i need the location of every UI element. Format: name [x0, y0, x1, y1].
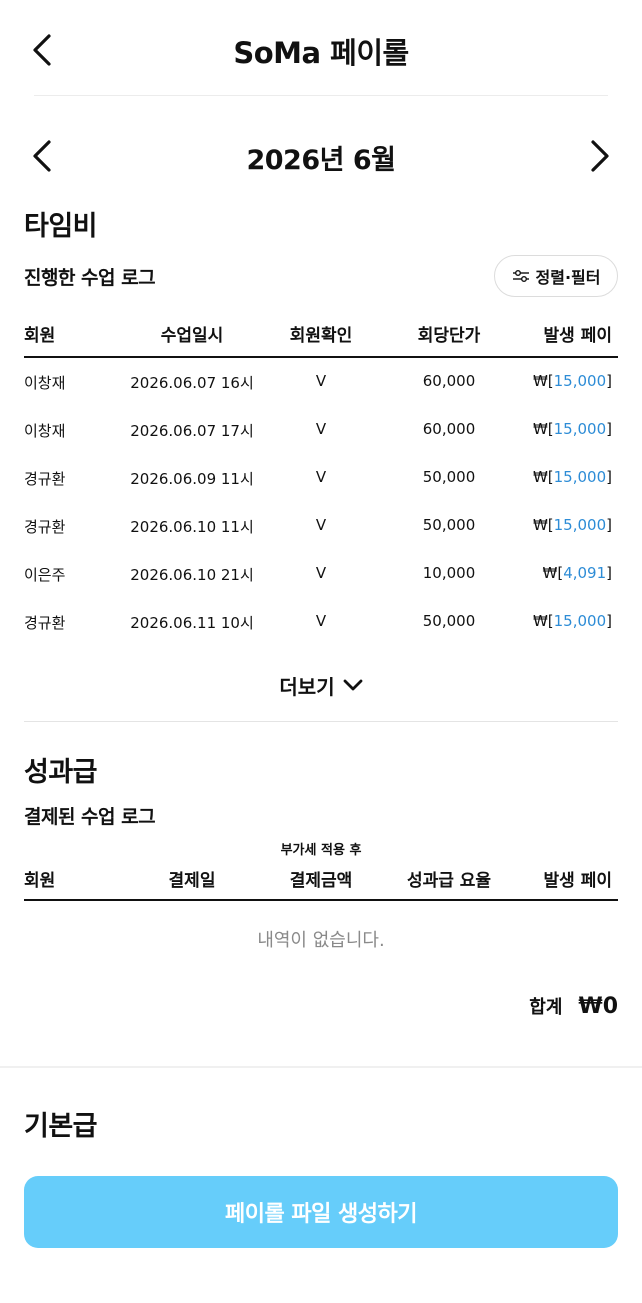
currency-suffix: ]: [606, 564, 612, 582]
header-divider: [34, 95, 608, 96]
column-header-member: 회원: [24, 326, 56, 346]
time-pay-table-body: 이창재 2026.06.07 16시 V 60,000 ₩[15,000] 이창재 2026…: [24, 358, 618, 646]
sliders-icon: [512, 270, 529, 282]
cell-member: 이은주: [24, 566, 66, 584]
currency-prefix: ₩[: [532, 612, 554, 630]
show-more-label: 더보기: [279, 674, 335, 699]
cell-datetime: 2026.06.10 21시: [130, 566, 254, 584]
app-header: SoMa 페이롤: [0, 0, 642, 96]
next-month-button[interactable]: [580, 132, 620, 180]
sort-filter-label: 정렬·필터: [535, 268, 601, 287]
generate-payroll-label: 페이롤 파일 생성하기: [225, 1202, 417, 1227]
table-header-underline: [24, 899, 618, 901]
cell-confirmed: V: [315, 372, 327, 390]
generate-payroll-button[interactable]: 페이롤 파일 생성하기: [24, 1176, 618, 1248]
chevron-right-icon: [591, 140, 609, 172]
section-divider: [24, 721, 618, 722]
column-header-payment-date: 결제일: [168, 871, 216, 891]
total-value: ₩0: [578, 994, 618, 1019]
bonus-subtitle: 결제된 수업 로그: [24, 806, 156, 828]
currency-suffix: ]: [606, 420, 612, 438]
show-more-button[interactable]: 더보기: [0, 668, 642, 702]
column-header-pay: 발생 페이: [543, 326, 612, 346]
sort-filter-button[interactable]: 정렬·필터: [494, 255, 618, 297]
cell-pay: ₩[4,091]: [543, 564, 613, 582]
chevron-down-icon: [343, 679, 362, 691]
cell-confirmed: V: [315, 420, 327, 438]
cell-member: 이창재: [24, 422, 66, 440]
table-row: 이창재 2026.06.07 17시 V 60,000 ₩[15,000]: [24, 406, 618, 454]
currency-prefix: ₩[: [532, 516, 554, 534]
currency-prefix: ₩[: [542, 564, 564, 582]
cell-unit-price: 10,000: [422, 564, 476, 582]
pay-amount[interactable]: 15,000: [554, 468, 607, 486]
table-row: 경규환 2026.06.09 11시 V 50,000 ₩[15,000]: [24, 454, 618, 502]
time-pay-title: 타임비: [24, 211, 98, 242]
cell-member: 경규환: [24, 614, 66, 632]
currency-prefix: ₩[: [532, 372, 554, 390]
pay-amount[interactable]: 15,000: [554, 516, 607, 534]
time-pay-subtitle: 진행한 수업 로그: [24, 267, 156, 289]
column-header-bonus-rate: 성과급 요율: [406, 871, 492, 891]
cell-datetime: 2026.06.10 11시: [130, 518, 254, 536]
cell-member: 경규환: [24, 470, 66, 488]
column-header-pay: 발생 페이: [543, 871, 612, 891]
total-label: 합계: [529, 997, 563, 1018]
column-header-datetime: 수업일시: [160, 326, 224, 346]
table-row: 이창재 2026.06.07 16시 V 60,000 ₩[15,000]: [24, 358, 618, 406]
cell-member: 경규환: [24, 518, 66, 536]
pay-amount[interactable]: 15,000: [554, 612, 607, 630]
cell-unit-price: 50,000: [422, 516, 476, 534]
vat-note: 부가세 적용 후: [280, 843, 362, 858]
pay-amount[interactable]: 15,000: [554, 372, 607, 390]
time-pay-table-header: 회원 수업일시 회원확인 회당단가 발생 페이: [24, 321, 618, 361]
month-label: 2026년 6월: [246, 145, 396, 176]
cell-datetime: 2026.06.07 16시: [130, 374, 254, 392]
column-header-member: 회원: [24, 871, 56, 891]
cell-unit-price: 60,000: [422, 372, 476, 390]
cell-pay: ₩[15,000]: [533, 468, 612, 486]
cell-unit-price: 50,000: [422, 468, 476, 486]
currency-prefix: ₩[: [532, 468, 554, 486]
pay-amount[interactable]: 4,091: [563, 564, 606, 582]
cell-datetime: 2026.06.11 10시: [130, 614, 254, 632]
pay-amount[interactable]: 15,000: [554, 420, 607, 438]
currency-suffix: ]: [606, 372, 612, 390]
column-header-payment-amount: 결제금액: [289, 871, 353, 891]
cell-unit-price: 50,000: [422, 612, 476, 630]
table-row: 경규환 2026.06.11 10시 V 50,000 ₩[15,000]: [24, 598, 618, 646]
currency-suffix: ]: [606, 612, 612, 630]
table-row: 이은주 2026.06.10 21시 V 10,000 ₩[4,091]: [24, 550, 618, 598]
cell-member: 이창재: [24, 374, 66, 392]
currency-prefix: ₩[: [532, 420, 554, 438]
table-row: 경규환 2026.06.10 11시 V 50,000 ₩[15,000]: [24, 502, 618, 550]
cell-pay: ₩[15,000]: [533, 612, 612, 630]
currency-suffix: ]: [606, 516, 612, 534]
cell-datetime: 2026.06.07 17시: [130, 422, 254, 440]
cell-pay: ₩[15,000]: [533, 516, 612, 534]
empty-state-text: 내역이 없습니다.: [257, 930, 385, 951]
page-title: SoMa 페이롤: [233, 36, 409, 70]
cell-confirmed: V: [315, 516, 327, 534]
month-navigator: 2026년 6월: [0, 130, 642, 182]
cell-confirmed: V: [315, 612, 327, 630]
base-pay-title: 기본급: [24, 1111, 98, 1142]
bonus-title: 성과급: [24, 757, 98, 788]
section-divider: [0, 1066, 642, 1068]
cell-confirmed: V: [315, 564, 327, 582]
cell-confirmed: V: [315, 468, 327, 486]
cell-pay: ₩[15,000]: [533, 372, 612, 390]
cell-pay: ₩[15,000]: [533, 420, 612, 438]
cell-datetime: 2026.06.09 11시: [130, 470, 254, 488]
column-header-unit-price: 회당단가: [417, 326, 481, 346]
column-header-confirmed: 회원확인: [289, 326, 353, 346]
cell-unit-price: 60,000: [422, 420, 476, 438]
currency-suffix: ]: [606, 468, 612, 486]
bonus-total: 합계 ₩0: [529, 993, 618, 1019]
